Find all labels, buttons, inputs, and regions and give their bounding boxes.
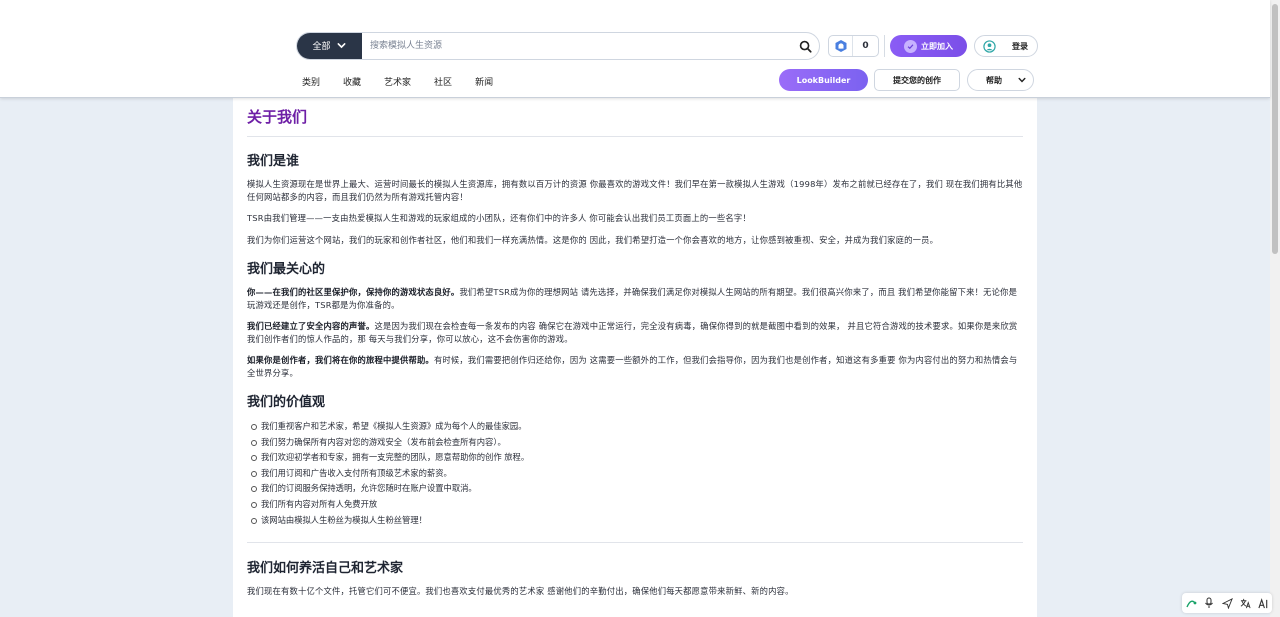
search-input[interactable] — [362, 33, 791, 59]
category-dropdown[interactable]: 全部 — [297, 33, 362, 59]
about-panel: 关于我们 我们是谁 模拟人生资源现在是世界上最大、运营时间最长的模拟人生资源库，… — [233, 98, 1037, 617]
paragraph: 我们为你们运营这个网站，我们的玩家和创作者社区，他们和我们一样充满热情。这是你的… — [247, 234, 939, 245]
values-list: 我们重视客户和艺术家，希望《模拟人生资源》成为每个人的最佳家园。 我们努力确保所… — [247, 419, 1023, 528]
section-what-we-care-about: 我们最关心的 你——在我们的社区里保护你，保持你的游戏状态良好。我们希望TSR成… — [247, 258, 1023, 379]
category-label: 全部 — [312, 42, 331, 52]
chevron-down-icon — [1018, 77, 1026, 83]
coin-balance[interactable]: 0 — [828, 35, 879, 57]
send-icon[interactable] — [1219, 595, 1235, 611]
list-item: 我们努力确保所有内容对您的游戏安全（发布前会检查所有内容）。 — [249, 435, 1023, 451]
join-now-label: 立即加入 — [921, 41, 953, 51]
user-icon — [983, 39, 996, 53]
login-label: 登录 — [1012, 41, 1028, 51]
paragraph: 你——在我们的社区里保护你，保持你的游戏状态良好。我们希望TSR成为你的理想网站… — [247, 286, 1023, 311]
section-who-we-are: 我们是谁 模拟人生资源现在是世界上最大、运营时间最长的模拟人生资源库，拥有数以百… — [247, 150, 1023, 246]
translate-icon[interactable] — [1183, 595, 1199, 611]
section-heading: 我们的价值观 — [247, 395, 326, 410]
paragraph: 我们现在有数十亿个文件，托管它们可不便宜。我们也喜欢支付最优秀的艺术家 感谢他们… — [247, 586, 794, 597]
list-item: 该网站由模拟人生粉丝为模拟人生粉丝管理！ — [249, 513, 1023, 529]
coin-icon — [829, 36, 853, 56]
lookbuilder-button[interactable]: LookBuilder — [779, 69, 868, 91]
nav-categories[interactable]: 类别 — [302, 75, 320, 88]
microphone-icon[interactable] — [1201, 595, 1217, 611]
ai-icon[interactable] — [1255, 595, 1271, 611]
coin-count: 0 — [862, 41, 869, 51]
nav-artists[interactable]: 艺术家 — [384, 75, 411, 88]
main-nav: 类别 收藏 艺术家 社区 新闻 — [302, 75, 516, 88]
site-header: 全部 0 立即加入 登录 类别 收藏 艺术家 社区 新闻 LookBuilder… — [0, 0, 1270, 98]
section-divider — [247, 542, 1023, 544]
nav-news[interactable]: 新闻 — [475, 75, 493, 88]
paragraph: 模拟人生资源现在是世界上最大、运营时间最长的模拟人生资源库，拥有数以百万计的资源… — [247, 179, 1023, 202]
submit-creation-button[interactable]: 提交您的创作 — [874, 69, 960, 91]
paragraph: TSR由我们管理——一支由热爱模拟人生和游戏的玩家组成的小团队，还有你们中的许多… — [247, 213, 751, 223]
search-icon[interactable] — [791, 40, 819, 53]
help-dropdown[interactable]: 帮助 — [967, 69, 1034, 91]
paragraph: 如果你是创作者，我们将在你的旅程中提供帮助。有时候，我们需要把创作归还给你，因为… — [247, 354, 1023, 379]
list-item: 我们欢迎初学者和专家，拥有一支完整的团队，愿意帮助你的创作 旅程。 — [249, 450, 1023, 466]
page-title: 关于我们 — [247, 106, 1023, 137]
list-item: 我们用订阅和广告收入支付所有顶级艺术家的薪资。 — [249, 466, 1023, 482]
list-item: 我们重视客户和艺术家，希望《模拟人生资源》成为每个人的最佳家园。 — [249, 419, 1023, 435]
section-heading: 我们最关心的 — [247, 262, 326, 277]
section-heading: 我们如何养活自己和艺术家 — [247, 561, 404, 577]
help-label: 帮助 — [986, 75, 1002, 85]
paragraph-lead: 你——在我们的社区里保护你，保持你的游戏状态良好。 — [247, 287, 460, 297]
section-heading: 我们是谁 — [247, 154, 300, 169]
section-how-we-support: 我们如何养活自己和艺术家 我们现在有数十亿个文件，托管它们可不便宜。我们也喜欢支… — [247, 557, 1023, 598]
scrollbar-thumb[interactable] — [1272, 4, 1278, 254]
paragraph-lead: 我们已经建立了安全内容的声誉。 — [247, 321, 375, 331]
page-scrollbar[interactable] — [1270, 0, 1280, 617]
check-icon — [904, 39, 917, 53]
search-bar: 全部 — [296, 32, 820, 60]
nav-collections[interactable]: 收藏 — [343, 75, 361, 88]
login-button[interactable]: 登录 — [974, 35, 1038, 57]
floating-toolbar — [1182, 593, 1272, 613]
list-item: 我们所有内容对所有人免费开放 — [249, 497, 1023, 513]
section-our-values: 我们的价值观 我们重视客户和艺术家，希望《模拟人生资源》成为每个人的最佳家园。 … — [247, 391, 1023, 528]
list-item: 我们的订阅服务保持透明，允许您随时在账户设置中取消。 — [249, 481, 1023, 497]
header-divider — [884, 35, 885, 57]
nav-community[interactable]: 社区 — [434, 75, 452, 88]
join-now-button[interactable]: 立即加入 — [890, 35, 967, 57]
chevron-down-icon — [337, 43, 345, 49]
paragraph-lead: 如果你是创作者，我们将在你的旅程中提供帮助。 — [247, 355, 434, 365]
paragraph: 我们已经建立了安全内容的声誉。这是因为我们现在会检查每一条发布的内容 确保它在游… — [247, 320, 1023, 345]
language-icon[interactable] — [1237, 595, 1253, 611]
